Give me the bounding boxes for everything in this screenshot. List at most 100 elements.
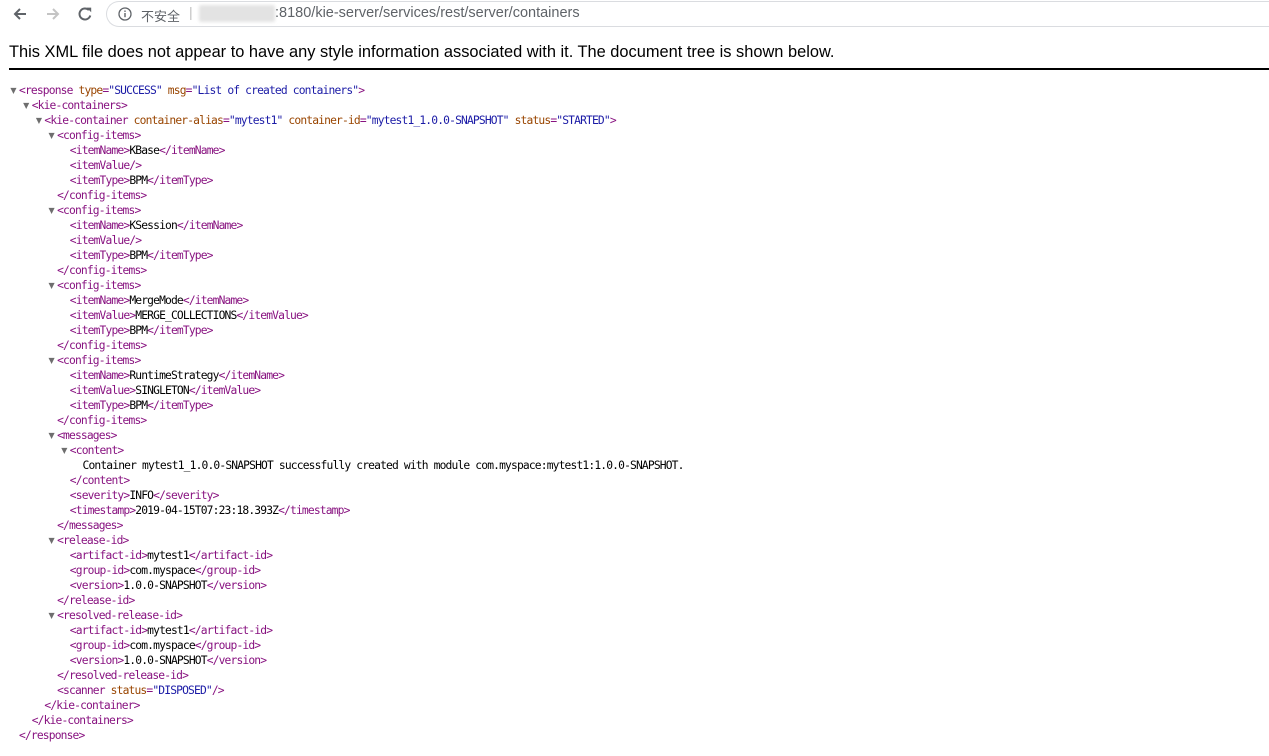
xml-line: ▼ <config-items> <box>0 128 142 143</box>
reload-icon <box>78 7 92 21</box>
xml-line: </content> <box>0 473 130 488</box>
reload-button[interactable] <box>73 2 97 26</box>
xml-tag: <config-items> <box>57 129 141 142</box>
collapse-triangle-icon[interactable]: ▼ <box>47 533 56 548</box>
collapse-triangle-icon[interactable]: ▼ <box>47 353 56 368</box>
xml-line: </config-items> <box>0 188 147 203</box>
collapse-triangle-icon[interactable]: ▼ <box>47 203 56 218</box>
xml-tag: <itemName> <box>69 219 130 232</box>
xml-text: BPM <box>129 249 148 262</box>
security-label[interactable]: 不安全 <box>141 6 180 25</box>
xml-tag: </itemName> <box>218 369 285 382</box>
xml-line: ▼ <kie-containers> <box>0 98 128 113</box>
xml-tag: </response> <box>19 729 85 742</box>
xml-tag: <itemType> <box>69 174 130 187</box>
xml-line: </config-items> <box>0 263 147 278</box>
xml-tag: <artifact-id> <box>69 549 148 562</box>
xml-attr-value: "DISPOSED" <box>152 684 212 697</box>
xml-text: SINGLETON <box>135 384 189 397</box>
xml-tag: > <box>609 114 617 127</box>
xml-tag: <messages> <box>57 429 117 442</box>
xml-text: com.myspace <box>129 639 195 652</box>
collapse-triangle-icon[interactable]: ▼ <box>34 113 43 128</box>
xml-tag: <itemName> <box>69 369 130 382</box>
xml-tag: <severity> <box>69 489 130 502</box>
xml-line: <scanner status="DISPOSED"/> <box>0 683 225 698</box>
xml-line: </config-items> <box>0 338 147 353</box>
xml-tag: </messages> <box>57 519 123 532</box>
xml-line: ▼ <release-id> <box>0 533 130 548</box>
xml-tag: </artifact-id> <box>188 624 273 637</box>
collapse-triangle-icon[interactable]: ▼ <box>47 128 56 143</box>
xml-attr-name: container-id <box>282 114 360 127</box>
forward-button[interactable] <box>41 2 65 26</box>
xml-tag: <release-id> <box>57 534 129 547</box>
xml-tag: <group-id> <box>69 564 130 577</box>
collapse-triangle-icon[interactable]: ▼ <box>47 428 56 443</box>
xml-line: <itemValue/> <box>0 158 142 173</box>
collapse-triangle-icon[interactable]: ▼ <box>60 443 69 458</box>
xml-tag: </version> <box>206 654 267 667</box>
xml-line: <version>1.0.0-SNAPSHOT</version> <box>0 653 267 668</box>
xml-tag: <kie-containers> <box>31 99 128 112</box>
xml-attr-value: "mytest1" <box>228 114 283 127</box>
xml-line: ▼ <resolved-release-id> <box>0 608 183 623</box>
xml-tag: </resolved-release-id> <box>57 669 189 682</box>
xml-tag: </itemValue> <box>236 309 308 322</box>
xml-line: <itemName>RuntimeStrategy</itemName> <box>0 368 285 383</box>
xml-tag: </config-items> <box>57 264 147 277</box>
xml-attr-value: "List of created containers" <box>191 84 359 97</box>
xml-line: <itemName>MergeMode</itemName> <box>0 293 249 308</box>
xml-tag: </itemType> <box>147 399 213 412</box>
xml-tag: </release-id> <box>57 594 135 607</box>
forward-arrow-icon <box>47 8 60 20</box>
collapse-triangle-icon[interactable]: ▼ <box>9 83 18 98</box>
xml-tag: <itemValue/> <box>69 159 142 172</box>
xml-attr-value: "STARTED" <box>556 114 610 127</box>
xml-line: ▼ <config-items> <box>0 353 142 368</box>
xml-line: <severity>INFO</severity> <box>0 488 220 503</box>
collapse-triangle-icon[interactable]: ▼ <box>22 98 31 113</box>
xml-tag: </itemName> <box>182 294 249 307</box>
xml-line: ▼ <response type="SUCCESS" msg="List of c… <box>0 83 365 98</box>
xml-line: </resolved-release-id> <box>0 668 189 683</box>
xml-tag: </itemType> <box>147 174 213 187</box>
xml-tag: </group-id> <box>194 639 261 652</box>
url-text[interactable]: :8180/kie-server/services/rest/server/co… <box>275 5 580 21</box>
xml-line: <itemValue>SINGLETON</itemValue> <box>0 383 261 398</box>
xml-text: com.myspace <box>129 564 195 577</box>
xml-tag: <timestamp> <box>69 504 136 517</box>
notice-divider <box>9 68 1269 70</box>
xml-tag: </version> <box>206 579 267 592</box>
xml-line: <version>1.0.0-SNAPSHOT</version> <box>0 578 267 593</box>
collapse-triangle-icon[interactable]: ▼ <box>47 608 56 623</box>
xml-line: <itemName>KSession</itemName> <box>0 218 243 233</box>
browser-toolbar: 不安全 | :8180/kie-server/services/rest/ser… <box>0 0 1269 28</box>
xml-line: </config-items> <box>0 413 147 428</box>
xml-line: ▼ <content> <box>0 443 124 458</box>
xml-line: <itemType>BPM</itemType> <box>0 248 214 263</box>
xml-text: 1.0.0-SNAPSHOT <box>123 654 207 667</box>
blurred-host <box>199 5 275 22</box>
xml-tag: <itemValue> <box>69 309 136 322</box>
xml-line: </kie-containers> <box>0 713 134 728</box>
xml-tag: <kie-container <box>44 114 128 127</box>
info-icon[interactable] <box>118 7 132 21</box>
xml-line: <itemName>KBase</itemName> <box>0 143 226 158</box>
back-button[interactable] <box>8 2 32 26</box>
xml-line: <itemValue/> <box>0 233 142 248</box>
xml-style-notice: This XML file does not appear to have an… <box>9 43 835 61</box>
xml-tag: <version> <box>69 579 124 592</box>
xml-tag: <config-items> <box>57 354 141 367</box>
xml-text: BPM <box>129 324 148 337</box>
xml-text: BPM <box>129 399 148 412</box>
xml-line: <artifact-id>mytest1</artifact-id> <box>0 623 273 638</box>
address-bar[interactable]: 不安全 | :8180/kie-server/services/rest/ser… <box>106 1 1269 27</box>
xml-text: 2019-04-15T07:23:18.393Z <box>135 504 279 517</box>
xml-attr-value: "SUCCESS" <box>108 84 162 97</box>
collapse-triangle-icon[interactable]: ▼ <box>47 278 56 293</box>
xml-tag: <itemValue> <box>69 384 136 397</box>
xml-text: 1.0.0-SNAPSHOT <box>123 579 207 592</box>
xml-text: KBase <box>129 144 160 157</box>
xml-line: </messages> <box>0 518 123 533</box>
